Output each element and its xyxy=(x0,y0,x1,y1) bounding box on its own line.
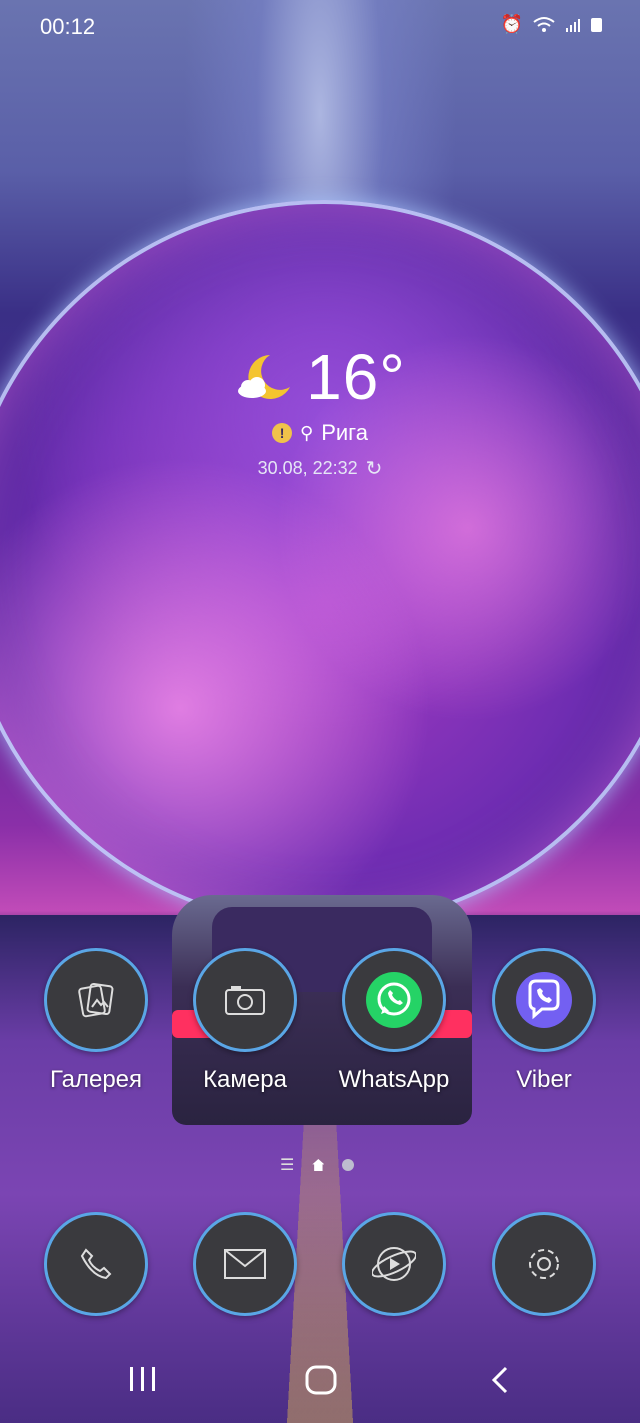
gallery-icon[interactable] xyxy=(44,948,148,1052)
location-name: Рига xyxy=(321,420,368,445)
back-button[interactable] xyxy=(488,1365,512,1395)
home-page-icon xyxy=(312,1159,325,1171)
envelope-icon[interactable] xyxy=(193,1212,297,1316)
alarm-icon: ⏰ xyxy=(500,14,523,34)
refresh-icon[interactable]: ↻ xyxy=(366,456,383,481)
moon-cloud-icon xyxy=(238,355,291,399)
menu-lines-icon: ☰ xyxy=(280,1157,295,1174)
page-indicator[interactable]: ☰ xyxy=(280,1155,355,1175)
status-time: 00:12 xyxy=(40,14,96,39)
globe-icon[interactable] xyxy=(342,1212,446,1316)
camera-icon[interactable] xyxy=(193,948,297,1052)
dock-messages[interactable] xyxy=(175,1212,315,1316)
app-viber[interactable]: Viber xyxy=(474,948,614,1094)
weather-widget[interactable]: 16° ! ⚲ Рига 30.08, 22:32 ↻ xyxy=(0,340,640,481)
gear-icon[interactable] xyxy=(492,1212,596,1316)
wifi-icon xyxy=(533,16,555,32)
app-camera[interactable]: Камера xyxy=(175,948,315,1094)
navigation-bar xyxy=(0,1343,640,1423)
location-pin-icon: ⚲ xyxy=(300,422,314,443)
dock-settings[interactable] xyxy=(474,1212,614,1316)
temperature: 16° xyxy=(306,341,406,413)
status-icons: ⏰ xyxy=(501,14,602,35)
home-button[interactable] xyxy=(304,1365,338,1395)
dock-phone[interactable] xyxy=(26,1212,166,1316)
battery-icon xyxy=(591,17,602,32)
app-label: Камера xyxy=(203,1066,287,1093)
weather-updated-time: 30.08, 22:32 xyxy=(257,458,358,478)
recents-button[interactable] xyxy=(128,1365,158,1393)
phone-icon[interactable] xyxy=(44,1212,148,1316)
status-bar: 00:12 ⏰ xyxy=(0,0,640,52)
viber-icon[interactable] xyxy=(492,948,596,1052)
app-label: WhatsApp xyxy=(338,1066,450,1093)
app-label: Viber xyxy=(516,1066,572,1093)
app-gallery[interactable]: Галерея xyxy=(26,948,166,1094)
wallpaper xyxy=(0,0,640,1423)
app-whatsapp[interactable]: WhatsApp xyxy=(324,948,464,1094)
page-dot xyxy=(342,1159,355,1171)
app-label: Галерея xyxy=(49,1066,143,1093)
dock-browser[interactable] xyxy=(324,1212,464,1316)
whatsapp-icon[interactable] xyxy=(342,948,446,1052)
warning-icon: ! xyxy=(272,423,293,443)
wallpaper-planet xyxy=(0,200,640,928)
signal-icon xyxy=(566,18,580,32)
